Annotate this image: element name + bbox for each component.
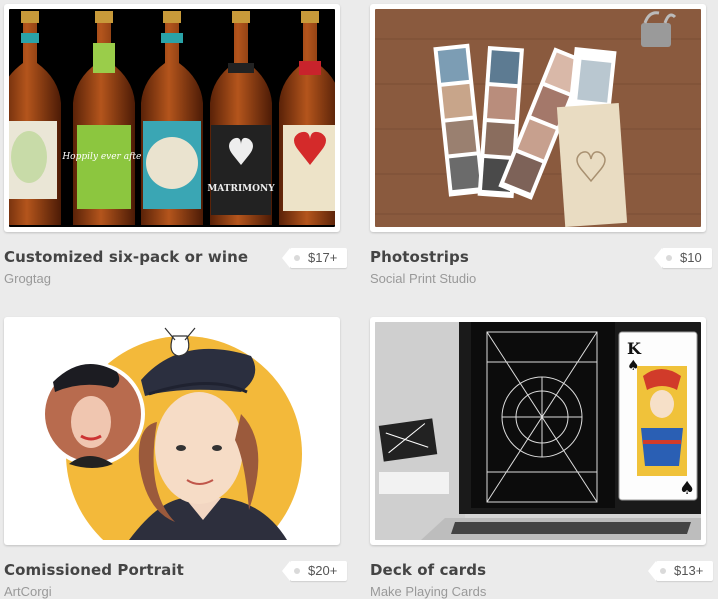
product-maker[interactable]: Make Playing Cards	[370, 584, 486, 599]
product-title[interactable]: Comissioned Portrait	[4, 561, 184, 579]
product-card-bottles[interactable]: Hoppily ever after MATRIMONY Customized …	[4, 4, 348, 286]
portrait-illustration	[41, 327, 302, 540]
price-tag: $10	[654, 248, 712, 268]
price-tag-hole	[666, 255, 672, 261]
price-tag: $20+	[281, 561, 348, 581]
product-maker[interactable]: Social Print Studio	[370, 271, 476, 286]
price-tag-hole	[294, 255, 300, 261]
deck-illustration: K ♠ ♠	[375, 322, 701, 540]
price-tag: $13+	[647, 561, 714, 581]
price-value: $17+	[308, 250, 338, 265]
card-suit-bottom: ♠	[679, 478, 695, 499]
king-card: K ♠ ♠	[618, 331, 698, 501]
price-tag-hole	[294, 568, 300, 574]
photo-circle	[41, 362, 145, 468]
product-card-photostrips[interactable]: Photostrips Social Print Studio $10	[370, 4, 712, 286]
bottle-label-matrimony: MATRIMONY	[207, 184, 275, 194]
price-tag-hole	[660, 568, 666, 574]
price-value: $20+	[308, 563, 338, 578]
product-maker[interactable]: Grogtag	[4, 271, 51, 286]
price-tag: $17+	[281, 248, 348, 268]
bottle-1	[9, 11, 61, 225]
card-rank: K	[627, 339, 642, 358]
price-value: $10	[680, 250, 702, 265]
bottle-3	[141, 11, 203, 225]
product-title[interactable]: Photostrips	[370, 248, 469, 266]
product-title[interactable]: Deck of cards	[370, 561, 486, 579]
bottle-label-hoppily: Hoppily ever after	[61, 152, 146, 162]
product-image-portrait[interactable]	[9, 322, 335, 540]
photostrips-illustration	[375, 9, 701, 227]
bottle-2: Hoppily ever after	[61, 11, 146, 225]
price-value: $13+	[674, 563, 704, 578]
product-title[interactable]: Customized six-pack or wine	[4, 248, 248, 266]
product-image-photostrips[interactable]	[375, 9, 701, 227]
bottle-4: MATRIMONY	[207, 11, 275, 225]
product-maker[interactable]: ArtCorgi	[4, 584, 52, 599]
product-image-deck[interactable]: K ♠ ♠	[375, 322, 701, 540]
product-card-portrait[interactable]: Comissioned Portrait ArtCorgi $20+	[4, 317, 348, 599]
product-card-deck[interactable]: K ♠ ♠ Deck of cards Make Playing Cards $…	[370, 317, 714, 599]
product-image-bottles[interactable]: Hoppily ever after MATRIMONY	[9, 9, 335, 227]
bottle-5	[279, 11, 335, 225]
bottles-illustration: Hoppily ever after MATRIMONY	[9, 11, 335, 225]
